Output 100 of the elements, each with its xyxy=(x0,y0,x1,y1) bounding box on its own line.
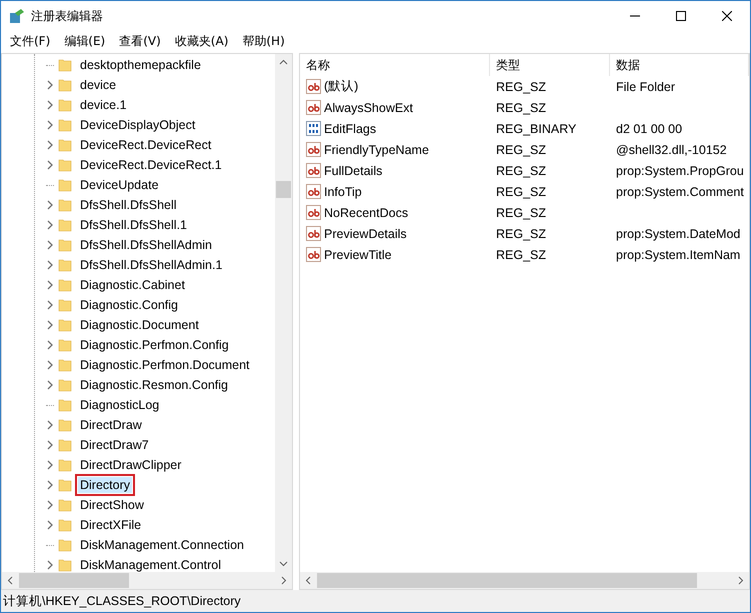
tree-node[interactable]: DfsShell.DfsShellAdmin xyxy=(78,237,214,253)
value-name-cell[interactable]: AlwaysShowExt xyxy=(300,100,490,115)
tree-node[interactable]: DeviceRect.DeviceRect.1 xyxy=(78,157,224,173)
value-data-cell-text: d2 01 00 00 xyxy=(615,122,684,136)
value-data-cell-text: File Folder xyxy=(615,80,676,94)
expand-chevron-icon[interactable] xyxy=(46,440,54,450)
string-value-icon xyxy=(306,163,321,178)
value-type-cell-text: REG_SZ xyxy=(495,226,548,240)
expand-chevron-icon[interactable] xyxy=(46,140,54,150)
value-name-cell[interactable]: FullDetails xyxy=(300,163,490,178)
column-header[interactable]: 数据 xyxy=(610,54,749,76)
expand-chevron-icon[interactable] xyxy=(46,300,54,310)
folder-icon xyxy=(58,478,72,492)
expand-chevron-icon[interactable] xyxy=(46,340,54,350)
value-type-cell-text: REG_SZ xyxy=(495,164,548,178)
close-icon xyxy=(722,11,732,21)
tree-node[interactable]: Diagnostic.Config xyxy=(78,297,180,313)
tree-node[interactable]: DiskManagement.Control xyxy=(78,557,224,572)
folder-icon xyxy=(58,498,72,512)
expand-chevron-icon[interactable] xyxy=(46,80,54,90)
folder-icon xyxy=(58,298,72,312)
expand-chevron-icon[interactable] xyxy=(46,560,54,570)
folder-icon xyxy=(58,538,72,552)
folder-icon xyxy=(58,418,72,432)
expand-chevron-icon[interactable] xyxy=(46,480,54,490)
value-name-cell[interactable]: EditFlags xyxy=(300,121,490,136)
tree-node[interactable]: DiagnosticLog xyxy=(78,397,162,413)
folder-icon xyxy=(58,318,72,332)
folder-icon xyxy=(58,278,72,292)
expand-chevron-icon[interactable] xyxy=(46,380,54,390)
scroll-thumb[interactable] xyxy=(19,573,129,588)
folder-icon xyxy=(58,58,72,72)
value-name-cell[interactable]: NoRecentDocs xyxy=(300,205,490,220)
expand-chevron-icon[interactable] xyxy=(46,160,54,170)
registry-app-icon xyxy=(9,8,25,24)
tree-node[interactable]: DfsShell.DfsShell xyxy=(78,197,179,213)
expand-chevron-icon[interactable] xyxy=(46,280,54,290)
tree-node[interactable]: Diagnostic.Cabinet xyxy=(78,277,187,293)
value-name-cell[interactable]: (默认) xyxy=(300,78,490,95)
expand-chevron-icon[interactable] xyxy=(46,120,54,130)
scroll-thumb[interactable] xyxy=(317,573,697,588)
tree-node[interactable]: DirectDrawClipper xyxy=(78,457,184,473)
tree-node[interactable]: DeviceDisplayObject xyxy=(78,117,198,133)
tree-node[interactable]: DfsShell.DfsShellAdmin.1 xyxy=(78,257,224,273)
column-header[interactable]: 类型 xyxy=(490,54,610,76)
value-name-cell[interactable]: FriendlyTypeName xyxy=(300,142,490,157)
expand-chevron-icon[interactable] xyxy=(46,500,54,510)
expand-chevron-icon[interactable] xyxy=(46,320,54,330)
value-name-cell[interactable]: PreviewDetails xyxy=(300,226,490,241)
expand-chevron-icon[interactable] xyxy=(46,360,54,370)
string-value-icon xyxy=(306,79,321,94)
expand-chevron-icon[interactable] xyxy=(46,460,54,470)
status-path: 计算机\HKEY_CLASSES_ROOT\Directory xyxy=(3,592,241,610)
folder-icon xyxy=(58,438,72,452)
menu-item[interactable]: 编辑(E) xyxy=(57,31,112,51)
value-type-cell-text: REG_BINARY xyxy=(495,122,578,136)
tree-node[interactable]: Diagnostic.Document xyxy=(78,317,201,333)
expand-chevron-icon[interactable] xyxy=(46,220,54,230)
value-name-cell[interactable]: InfoTip xyxy=(300,184,490,199)
tree-node[interactable]: Diagnostic.Perfmon.Document xyxy=(78,357,252,373)
value-type-cell-text: REG_SZ xyxy=(495,248,548,262)
folder-icon xyxy=(58,138,72,152)
tree-node[interactable]: device xyxy=(78,77,118,93)
menu-item[interactable]: 帮助(H) xyxy=(235,31,292,51)
folder-icon xyxy=(58,178,72,192)
expand-chevron-icon[interactable] xyxy=(46,200,54,210)
tree-node[interactable]: DiskManagement.Connection xyxy=(78,537,246,553)
tree-node[interactable]: DirectDraw7 xyxy=(78,437,151,453)
menu-item[interactable]: 收藏夹(A) xyxy=(168,31,236,51)
expand-chevron-icon[interactable] xyxy=(46,260,54,270)
tree-node[interactable]: device.1 xyxy=(78,97,129,113)
tree-node[interactable]: Diagnostic.Perfmon.Config xyxy=(78,337,231,353)
tree-node[interactable]: DirectShow xyxy=(78,497,146,513)
folder-icon xyxy=(58,238,72,252)
vertical-scrollbar[interactable] xyxy=(275,54,292,572)
value-name-cell[interactable]: PreviewTitle xyxy=(300,247,490,262)
tree-node[interactable]: Diagnostic.Resmon.Config xyxy=(78,377,230,393)
folder-icon xyxy=(58,458,72,472)
expand-chevron-icon[interactable] xyxy=(46,420,54,430)
horizontal-scrollbar[interactable] xyxy=(300,572,749,589)
expand-chevron-icon[interactable] xyxy=(46,240,54,250)
value-data-cell-text: @shell32.dll,-10152 xyxy=(615,142,728,156)
string-value-icon xyxy=(306,226,321,241)
tree-node[interactable]: desktopthemepackfile xyxy=(78,57,203,73)
menu-item[interactable]: 文件(F) xyxy=(3,31,58,51)
tree-node[interactable]: Directory xyxy=(78,477,132,493)
expand-chevron-icon[interactable] xyxy=(46,520,54,530)
value-type-cell-text: REG_SZ xyxy=(495,100,548,114)
tree-node[interactable]: DfsShell.DfsShell.1 xyxy=(78,217,189,233)
expand-chevron-icon[interactable] xyxy=(46,100,54,110)
horizontal-scrollbar[interactable] xyxy=(2,572,292,589)
menu-item[interactable]: 查看(V) xyxy=(112,31,168,51)
tree-node[interactable]: DeviceUpdate xyxy=(78,177,161,193)
value-type-cell-text: REG_SZ xyxy=(495,206,548,220)
string-value-icon xyxy=(306,142,321,157)
tree-node[interactable]: DeviceRect.DeviceRect xyxy=(78,137,214,153)
tree-node[interactable]: DirectDraw xyxy=(78,417,144,433)
column-header[interactable]: 名称 xyxy=(300,54,490,76)
tree-node[interactable]: DirectXFile xyxy=(78,517,144,533)
scroll-thumb[interactable] xyxy=(276,181,291,198)
